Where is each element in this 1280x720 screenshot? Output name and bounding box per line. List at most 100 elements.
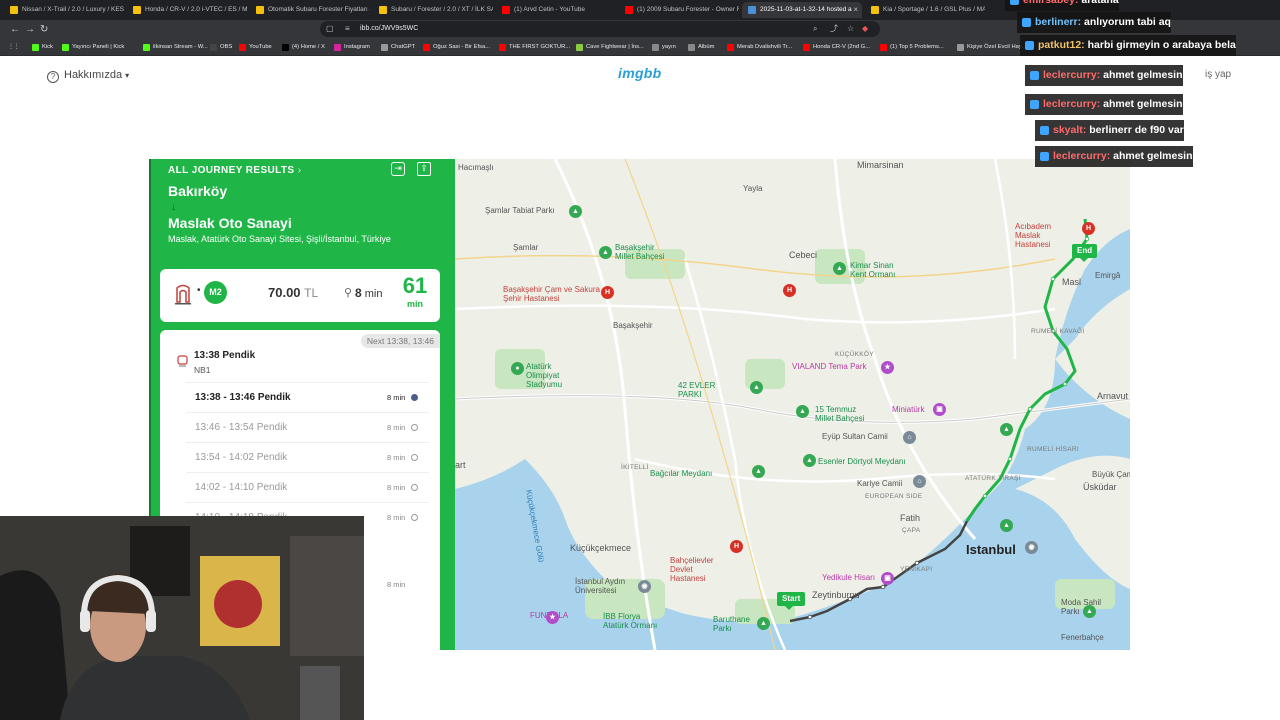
bookmark-item[interactable]: ilkinsan Stream - W... <box>143 42 208 53</box>
park-pin-icon[interactable]: ▲ <box>752 465 765 478</box>
bookmark-label: (4) Home / X <box>292 44 325 50</box>
park-pin-icon[interactable]: ▲ <box>569 205 582 218</box>
hospital-pin-icon[interactable]: H <box>783 284 796 297</box>
departure-radio[interactable] <box>411 394 418 401</box>
departure-row[interactable]: 14:02 - 14:10 Pendik 8 min <box>186 472 429 502</box>
departure-radio[interactable] <box>411 424 418 431</box>
browser-tab[interactable]: Subaru / Forester / 2.0 / XT / İLK SAH <box>373 2 493 18</box>
bookmark-item[interactable]: YouTube <box>239 42 272 53</box>
departure-row-min: 8 min <box>387 580 406 589</box>
park-pin-icon[interactable]: ▲ <box>750 381 763 394</box>
map-label: Başakşehir Millet Bahçesi <box>615 243 665 261</box>
browser-tab[interactable]: Otomatik Subaru Forester Fiyatları & <box>250 2 370 18</box>
browser-tab[interactable]: (1) Arvd Cetin - YouTube <box>496 2 616 18</box>
park-pin-icon[interactable]: ▲ <box>803 454 816 467</box>
brave-shield-icon[interactable]: ◆ <box>862 22 868 36</box>
amusement-pin-icon[interactable]: ★ <box>546 611 559 624</box>
tab-close-icon[interactable]: × <box>853 2 858 18</box>
bookmark-item[interactable]: (1) Top 5 Problems... <box>880 42 944 53</box>
bookmark-item[interactable]: Cave Fightwear | İns... <box>576 42 644 53</box>
bookmark-item[interactable]: OBS <box>210 42 232 53</box>
castle-pin-icon[interactable]: ▣ <box>881 572 894 585</box>
bookmark-item[interactable]: (4) Home / X <box>282 42 325 53</box>
route-map[interactable]: Hacımaşlı Mimarsinan Yayla Şamlar Tabiat… <box>455 159 1130 650</box>
page-info-icon[interactable]: ▢ <box>326 22 334 36</box>
chat-username: patkut12: <box>1038 39 1085 51</box>
hospital-pin-icon[interactable]: H <box>1082 222 1095 235</box>
tab-label: (1) Arvd Cetin - YouTube <box>514 6 585 13</box>
transit-pin-icon[interactable]: ◉ <box>1025 541 1038 554</box>
bookmark-label: THE FIRST GOKTUR... <box>509 44 571 50</box>
map-label: KÜÇÜKKÖY <box>835 351 874 358</box>
departure-radio[interactable] <box>411 454 418 461</box>
bookmark-item[interactable]: Oğuz Sasi - Bir Efsa... <box>423 42 490 53</box>
browser-tab[interactable]: Nissan / X-Trail / 2.0 / Luxury / KESK <box>4 2 124 18</box>
tab-label: 2025-11-03-at-1-32-14 hosted a <box>760 6 852 13</box>
separator-dot: • <box>197 285 201 296</box>
address-bar[interactable]: ibb.co/JWV9s5WC <box>320 21 880 37</box>
map-label: Fatih <box>900 513 921 523</box>
forward-icon[interactable]: → <box>25 22 35 37</box>
theme-park-pin-icon[interactable]: ★ <box>881 361 894 374</box>
bookmark-item[interactable]: Instagram <box>334 42 370 53</box>
bookmark-item[interactable]: Merab Dvalishvili Tr... <box>727 42 792 53</box>
browser-tab[interactable]: Honda / CR-V / 2.0 i-VTEC / ES / MA <box>127 2 247 18</box>
park-pin-icon[interactable]: ▲ <box>757 617 770 630</box>
park-pin-icon[interactable]: ▲ <box>833 262 846 275</box>
bookmark-item[interactable]: THE FIRST GOKTUR... <box>499 42 570 53</box>
zoom-icon[interactable]: ⌕ <box>813 22 817 36</box>
departure-row[interactable]: 13:46 - 13:54 Pendik 8 min <box>186 412 429 442</box>
mosque-pin-icon[interactable]: ⌂ <box>913 475 926 488</box>
tab-label: Otomatik Subaru Forester Fiyatları & <box>268 6 370 13</box>
save-route-icon[interactable]: ⇥ <box>391 162 405 176</box>
map-label: Eyüp Sultan Camii <box>822 432 888 441</box>
map-label: Emirgâ <box>1095 271 1121 280</box>
chat-badge-icon <box>1030 100 1039 109</box>
bookmark-item[interactable]: Honda CR-V (2nd G... <box>803 42 870 53</box>
departure-row[interactable]: 13:54 - 14:02 Pendik 8 min <box>186 442 429 472</box>
tune-icon[interactable]: ≡ <box>345 22 350 36</box>
museum-pin-icon[interactable]: ▣ <box>933 403 946 416</box>
hospital-pin-icon[interactable]: H <box>601 286 614 299</box>
park-pin-icon[interactable]: ▲ <box>1000 519 1013 532</box>
bookmark-item[interactable]: Albüm <box>688 42 714 53</box>
bookmark-item[interactable]: Yayıncı Paneli | Kick <box>62 42 124 53</box>
chat-message: patkut12: harbi girmeyin o arabaya bela <box>1020 35 1236 56</box>
hospital-pin-icon[interactable]: H <box>730 540 743 553</box>
bookmark-item[interactable]: ChatGPT <box>381 42 415 53</box>
chat-text: ahmet gelmesin <box>1103 98 1183 110</box>
departure-radio[interactable] <box>411 514 418 521</box>
about-menu[interactable]: ? Hakkımızda ▾ <box>47 68 129 83</box>
browser-tab[interactable]: 2025-11-03-at-1-32-14 hosted a × <box>742 2 862 18</box>
webcam-overlay <box>0 516 364 720</box>
apps-grid-icon[interactable]: ⋮⋮ <box>8 42 20 53</box>
park-pin-icon[interactable]: ▲ <box>1000 423 1013 436</box>
bookmark-label: (1) Top 5 Problems... <box>890 44 944 50</box>
departure-radio[interactable] <box>411 484 418 491</box>
stadium-pin-icon[interactable]: ● <box>511 362 524 375</box>
map-label: Hacımaşlı <box>458 163 494 172</box>
bookmark-item[interactable]: Kick <box>32 42 53 53</box>
bookmark-star-icon[interactable]: ☆ <box>847 22 854 36</box>
browser-tab[interactable]: Kia / Sportage / 1.6 / GSL Plus / MA <box>865 2 985 18</box>
share-route-icon[interactable]: ⇪ <box>417 162 431 176</box>
imgbb-logo[interactable]: imgbb <box>618 65 662 81</box>
park-pin-icon[interactable]: ▲ <box>599 246 612 259</box>
university-pin-icon[interactable]: ◉ <box>638 580 651 593</box>
share-icon[interactable]: ⤴ <box>830 22 838 36</box>
route-summary-card[interactable]: • M2 70.00 TL ⚲ 8 min 61 min <box>160 269 440 322</box>
route-start-marker[interactable]: Start <box>777 592 806 610</box>
back-icon[interactable]: ← <box>10 22 20 37</box>
park-pin-icon[interactable]: ▲ <box>1083 605 1096 618</box>
departure-row[interactable]: 13:38 - 13:46 Pendik 8 min <box>186 382 429 412</box>
all-journey-results-link[interactable]: ALL JOURNEY RESULTS › <box>168 165 301 176</box>
browser-tab[interactable]: (1) 2009 Subaru Forester - Owner Re <box>619 2 739 18</box>
bookmark-item[interactable]: yayın <box>652 42 676 53</box>
mosque-pin-icon[interactable]: ⌂ <box>903 431 916 444</box>
bookmark-label: Albüm <box>698 44 715 50</box>
park-pin-icon[interactable]: ▲ <box>796 405 809 418</box>
map-label: Masl <box>1062 277 1082 287</box>
route-end-marker[interactable]: End <box>1072 244 1098 262</box>
bookmark-favicon-icon <box>957 44 964 51</box>
reload-icon[interactable]: ↻ <box>40 22 48 37</box>
